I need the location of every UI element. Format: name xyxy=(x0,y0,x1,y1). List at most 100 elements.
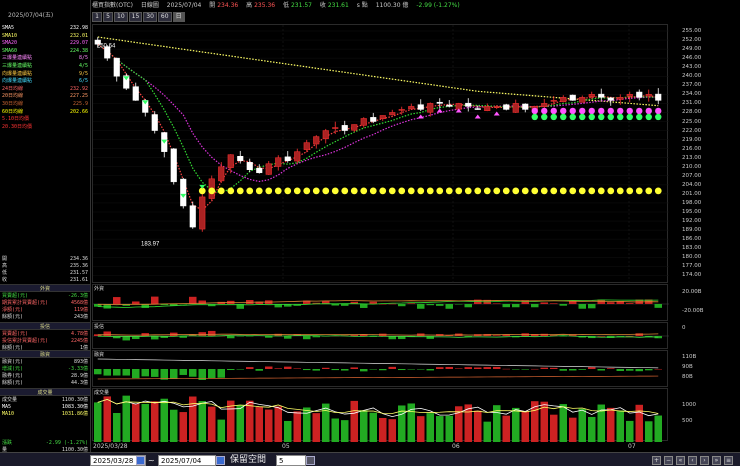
indicator-bar xyxy=(578,304,586,309)
settings-icon[interactable]: ≡ xyxy=(724,456,733,465)
trust-axis-tick: 0 xyxy=(682,325,686,331)
green-signal-dot xyxy=(626,113,633,121)
green-signal-dot xyxy=(588,113,595,121)
yellow-signal-dot xyxy=(559,187,567,195)
zoom-in-icon[interactable]: + xyxy=(652,456,661,465)
volume-bar xyxy=(569,417,577,442)
margin-bar xyxy=(445,366,453,369)
info-row-value: 2245億 xyxy=(70,338,88,344)
scroll-first-icon[interactable]: « xyxy=(676,456,685,465)
zoom-out-icon[interactable]: − xyxy=(664,456,673,465)
volume-bar xyxy=(94,402,102,442)
margin-bar xyxy=(578,369,586,370)
price-axis-tick: 219.00 xyxy=(682,136,702,143)
foreign-axis: 20.00B -20.00B xyxy=(670,284,740,321)
info-row: 低 231.57 xyxy=(2,270,88,277)
start-calendar-icon[interactable] xyxy=(136,456,145,465)
margin-panel[interactable]: 融資 xyxy=(92,350,668,387)
volume-bar xyxy=(360,410,368,442)
price-axis-tick: 201.00 xyxy=(682,190,702,197)
info-row: SMA10 232.01 xyxy=(2,33,88,40)
indicator-bar xyxy=(626,335,634,337)
info-row-value: 4568億 xyxy=(70,300,88,306)
margin-bar xyxy=(322,367,330,369)
keep-space-spinner-icon[interactable] xyxy=(306,456,315,465)
info-row: 成交量 1100.30億 xyxy=(2,397,88,404)
indicator-bar xyxy=(312,336,320,338)
info-row-label: SMA10 xyxy=(2,32,18,39)
period-button-日[interactable]: 日 xyxy=(172,12,185,22)
info-row-value: 232.01 xyxy=(69,32,88,39)
price-axis-tick: 174.00 xyxy=(682,272,702,279)
info-row-label: 向爆量連續點 xyxy=(2,78,33,85)
date-axis-label: 07 xyxy=(628,443,636,450)
margin-bar xyxy=(588,367,596,369)
end-calendar-icon[interactable] xyxy=(216,456,225,465)
volume-bar xyxy=(236,405,244,442)
volume-panel[interactable]: 成交量 xyxy=(92,388,668,442)
price-axis-tick: 252.00 xyxy=(682,37,702,44)
info-row-label: 30日均線 xyxy=(2,101,24,107)
yellow-signal-dot xyxy=(464,187,472,195)
period-button-1[interactable]: 1 xyxy=(92,12,102,22)
yellow-signal-dot xyxy=(284,187,292,195)
green-signal-dot xyxy=(560,113,567,121)
trust-panel[interactable]: 投信 xyxy=(92,322,669,349)
pink-signal-dot xyxy=(598,107,605,115)
info-row-value: 234.36 xyxy=(69,256,88,262)
trust-section-header: 投信 xyxy=(0,322,90,330)
unit-label: s 點 xyxy=(356,2,368,9)
price-chart-panel[interactable]: 250.64 183.97 xyxy=(92,24,669,284)
info-row: SMA5 232.98 xyxy=(2,25,88,32)
margin-bar xyxy=(369,369,377,370)
margin-bar xyxy=(132,369,140,379)
date-axis-label: 05 xyxy=(282,443,290,450)
indicator-bar xyxy=(455,304,463,305)
period-button-30[interactable]: 30 xyxy=(143,12,157,22)
end-date-input[interactable]: 2025/07/04 xyxy=(158,455,216,466)
info-row-value: 1031.86億 xyxy=(61,411,88,417)
volume-bar xyxy=(293,411,301,442)
margin-axis: 110B 90B 80B xyxy=(670,350,740,387)
info-row: 20.30日均價 xyxy=(2,124,88,131)
yellow-signal-dot xyxy=(331,187,339,195)
quote-header: 櫃買指數(OTC) 日線圖 2025/07/04 開 234.36 高 235.… xyxy=(92,0,740,11)
pink-signal-dot xyxy=(645,107,652,115)
period-button-15[interactable]: 15 xyxy=(128,12,143,22)
info-row-label: 漲跌 xyxy=(2,440,13,446)
margin-bar xyxy=(284,366,292,369)
keep-space-input[interactable]: 5 xyxy=(276,455,306,466)
candle-body xyxy=(636,91,643,98)
period-button-60[interactable]: 60 xyxy=(157,12,172,22)
price-axis-tick: 189.00 xyxy=(682,227,702,234)
yellow-signal-dot xyxy=(369,187,377,195)
indicator-bar xyxy=(512,304,520,308)
volume-bar xyxy=(255,407,263,442)
info-row-label: SMA20 xyxy=(2,40,18,47)
indicator-bar xyxy=(236,336,244,337)
yellow-signal-dot xyxy=(312,187,320,195)
open-value: 234.36 xyxy=(217,2,239,9)
candle-body xyxy=(588,94,595,98)
candle-body xyxy=(246,162,253,171)
scroll-last-icon[interactable]: » xyxy=(712,456,721,465)
candle-body xyxy=(294,151,301,162)
info-row: 餘額(元) 44.3億 xyxy=(2,380,88,387)
candle-body xyxy=(645,94,652,97)
period-button-5[interactable]: 5 xyxy=(103,12,113,22)
period-button-10[interactable]: 10 xyxy=(114,12,128,22)
candle-body xyxy=(579,97,586,103)
foreign-panel[interactable]: 外資 xyxy=(92,284,669,321)
margin-bar xyxy=(531,368,539,370)
scroll-right-icon[interactable]: › xyxy=(700,456,709,465)
pink-signal-dot xyxy=(617,107,624,115)
change-value: -2.99 (-1.27%) xyxy=(416,2,460,9)
scroll-left-icon[interactable]: ‹ xyxy=(688,456,697,465)
info-row-value: -3.33億 xyxy=(67,366,88,372)
margin-bar xyxy=(141,369,149,377)
price-axis-tick: 222.00 xyxy=(682,127,702,134)
pink-signal-dot xyxy=(655,107,662,115)
info-row-label: 高 xyxy=(2,263,8,269)
indicator-bar xyxy=(331,304,339,306)
yellow-signal-dot xyxy=(502,187,510,195)
